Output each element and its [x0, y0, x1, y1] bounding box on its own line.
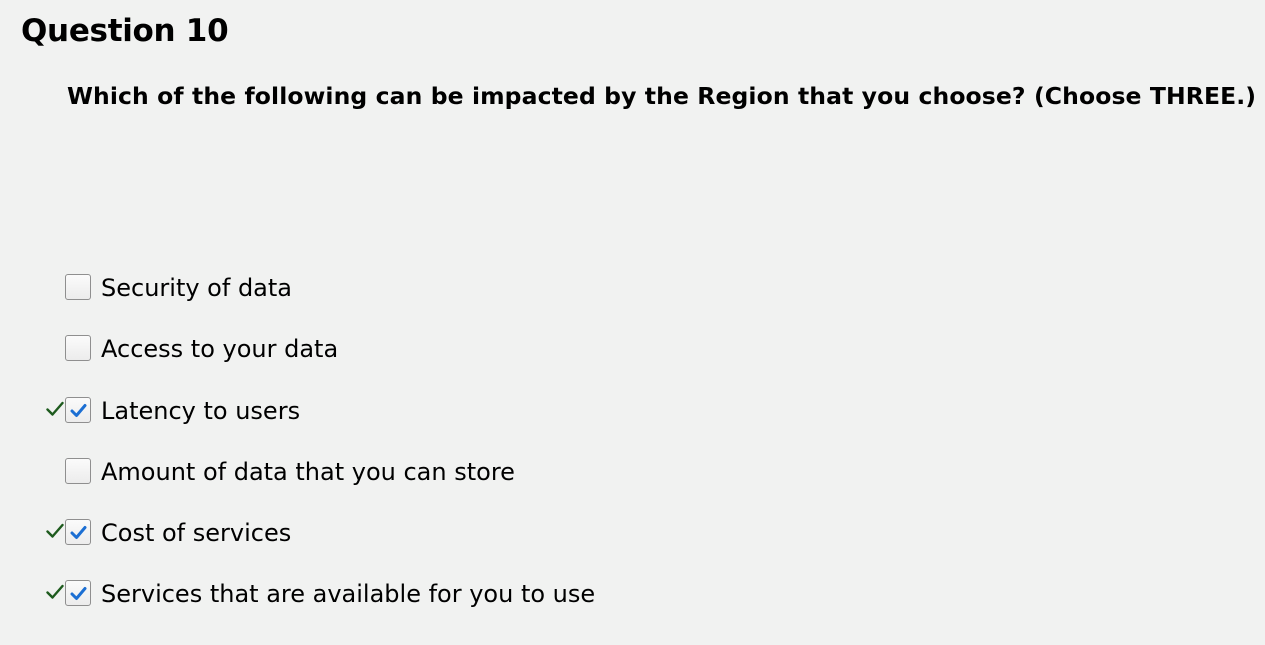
question-text: Which of the following can be impacted b…: [67, 82, 1257, 110]
option-label[interactable]: Services that are available for you to u…: [101, 580, 595, 608]
option-label[interactable]: Latency to users: [101, 397, 300, 425]
correct-checkmark-icon: [46, 401, 64, 416]
checkbox-services-available[interactable]: [65, 580, 91, 606]
option-label[interactable]: Cost of services: [101, 519, 291, 547]
option-latency-to-users: Latency to users: [0, 391, 800, 431]
option-label[interactable]: Amount of data that you can store: [101, 458, 515, 486]
checkbox-latency-to-users[interactable]: [65, 397, 91, 423]
checkbox-tick-icon: [70, 404, 87, 417]
option-services-available: Services that are available for you to u…: [0, 574, 800, 614]
question-title: Question 10: [21, 13, 229, 49]
checkbox-cost-of-services[interactable]: [65, 519, 91, 545]
option-label[interactable]: Access to your data: [101, 335, 338, 363]
option-access-to-your-data: Access to your data: [0, 329, 800, 369]
option-amount-of-data: Amount of data that you can store: [0, 452, 800, 492]
checkbox-tick-icon: [70, 587, 87, 600]
correct-checkmark-icon: [46, 584, 64, 599]
option-label[interactable]: Security of data: [101, 274, 292, 302]
option-security-of-data: Security of data: [0, 268, 800, 308]
correct-checkmark-icon: [46, 523, 64, 538]
checkbox-access-to-your-data[interactable]: [65, 335, 91, 361]
checkbox-amount-of-data[interactable]: [65, 458, 91, 484]
checkbox-tick-icon: [70, 526, 87, 539]
option-cost-of-services: Cost of services: [0, 513, 800, 553]
checkbox-security-of-data[interactable]: [65, 274, 91, 300]
